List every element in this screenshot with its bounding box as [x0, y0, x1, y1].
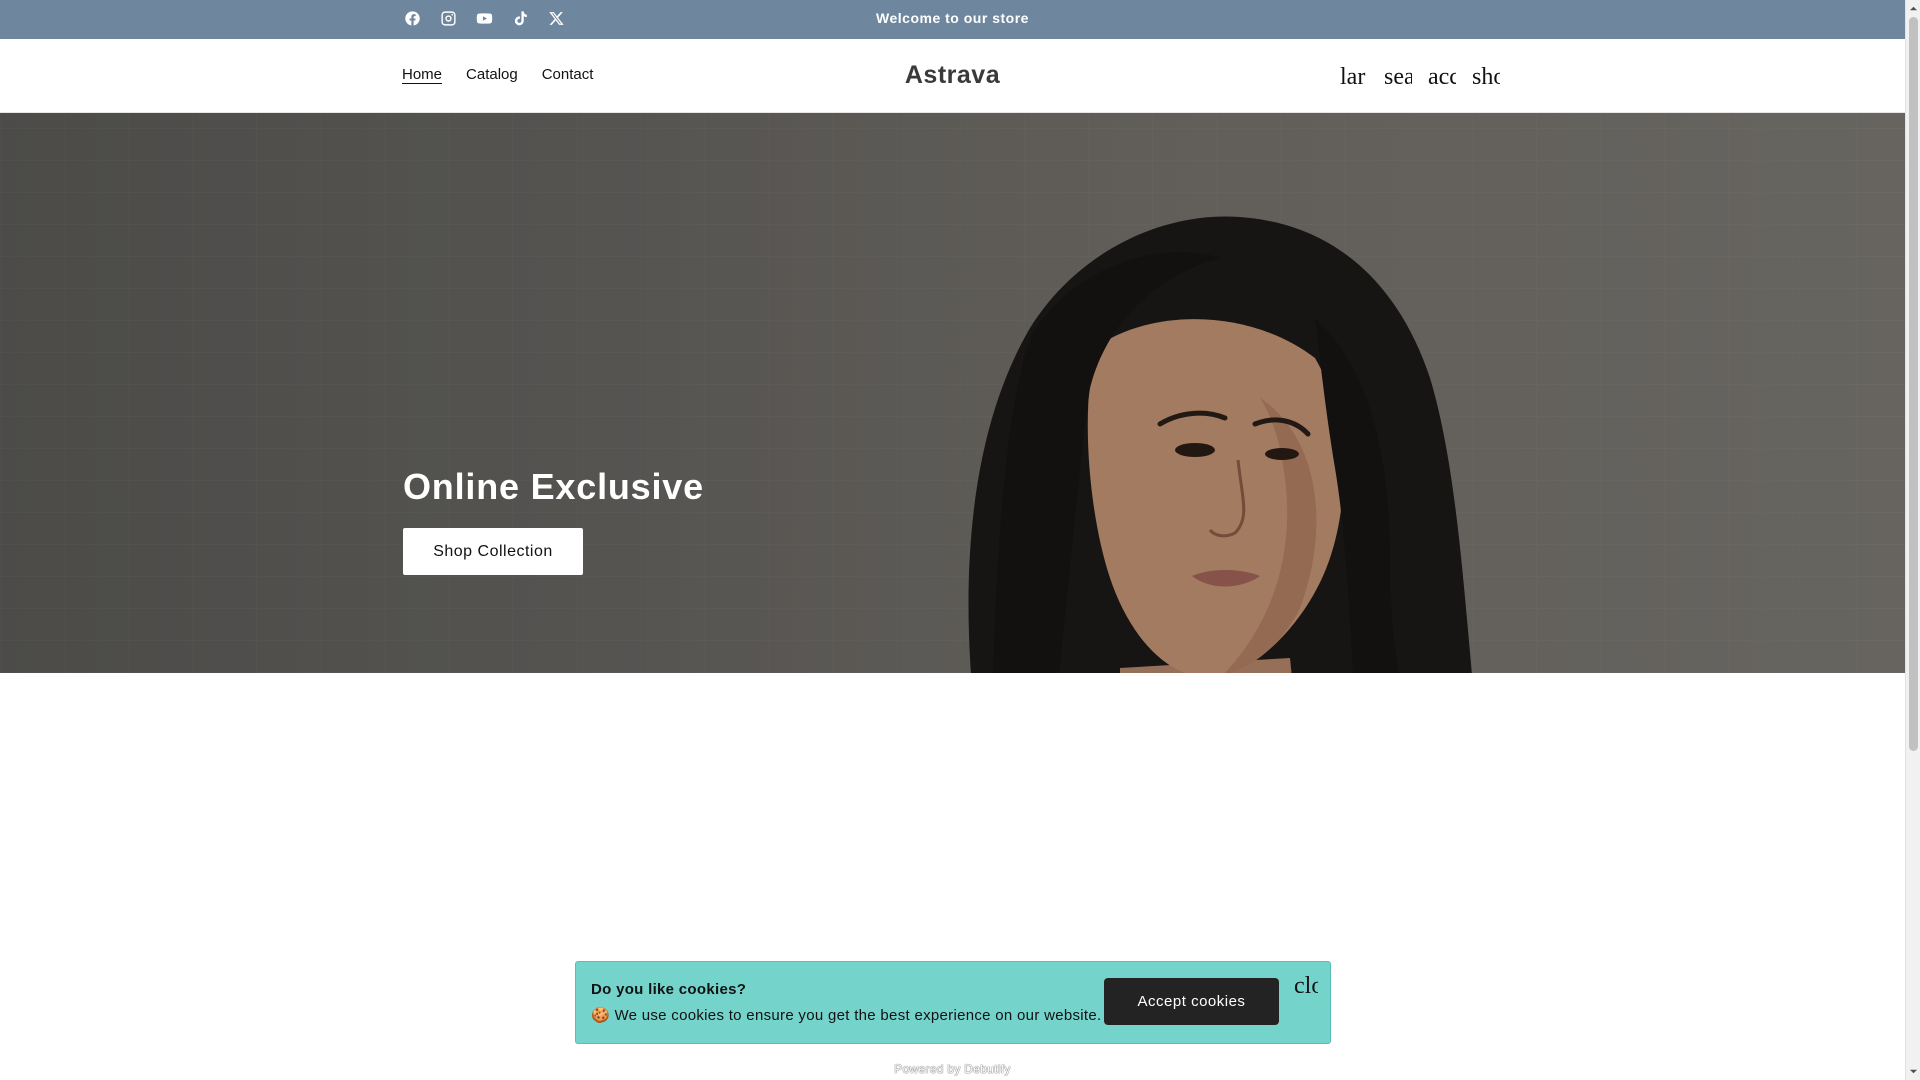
site-header: Home Catalog Contact Astrava lar sea acc…: [0, 39, 1905, 113]
shop-collection-button[interactable]: Shop Collection: [403, 528, 583, 575]
accept-cookies-button[interactable]: Accept cookies: [1104, 978, 1279, 1025]
scroll-up-icon[interactable]: [1909, 4, 1918, 13]
store-logo[interactable]: Astrava: [0, 61, 1905, 90]
cookie-banner: Do you like cookies? 🍪 We use cookies to…: [575, 961, 1331, 1044]
hero-overlay: [0, 113, 1905, 673]
powered-by-link[interactable]: Powered by Debutify: [0, 1062, 1905, 1076]
language-icon[interactable]: lar: [1340, 63, 1368, 91]
hero-banner: Online Exclusive Shop Collection: [0, 113, 1905, 673]
account-icon[interactable]: acc: [1428, 63, 1456, 91]
cart-icon[interactable]: sho: [1472, 63, 1500, 91]
header-icons: lar sea acc sho: [1340, 63, 1500, 91]
cookie-message: 🍪 We use cookies to ensure you get the b…: [591, 1007, 1102, 1024]
announcement-bar: Welcome to our store: [0, 0, 1905, 39]
search-icon[interactable]: sea: [1384, 63, 1412, 91]
close-icon[interactable]: clo: [1294, 972, 1318, 1000]
page-scrollbar[interactable]: [1905, 0, 1920, 1080]
cookie-title: Do you like cookies?: [591, 981, 747, 998]
announcement-text: Welcome to our store: [876, 10, 1029, 26]
scrollbar-thumb[interactable]: [1909, 17, 1918, 751]
scroll-down-icon[interactable]: [1909, 1067, 1918, 1076]
hero-title: Online Exclusive: [403, 466, 704, 507]
